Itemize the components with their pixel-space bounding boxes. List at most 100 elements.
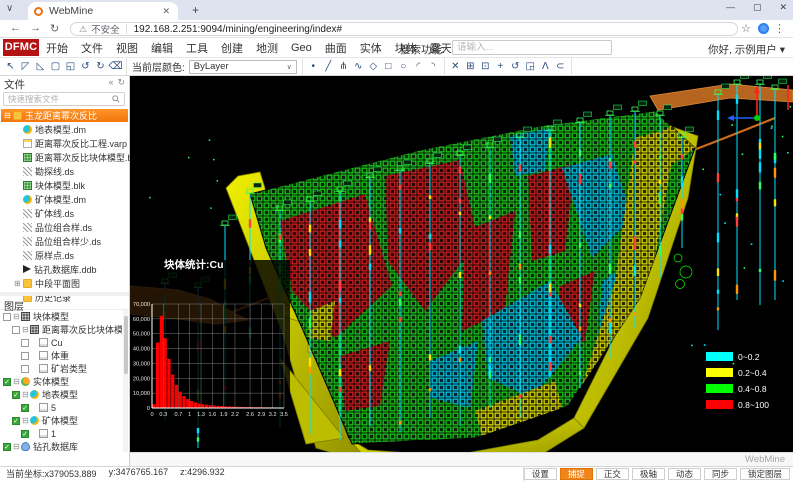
function-search-input[interactable] [452, 40, 612, 55]
status-button-锁定图层[interactable]: 锁定图层 [740, 468, 790, 480]
layer-tree-item[interactable]: 矿岩类型 [0, 362, 122, 375]
erase-icon[interactable]: ✕ [448, 59, 462, 74]
status-button-设置[interactable]: 设置 [524, 468, 557, 480]
window-close-icon[interactable]: ✕ [779, 2, 787, 13]
file-tree-item[interactable]: 品位组合样.ds [0, 220, 129, 234]
layer-checkbox[interactable] [12, 326, 20, 334]
expander-icon[interactable]: ⊟ [22, 416, 30, 425]
draw-arc-icon[interactable]: ◜ [411, 59, 425, 74]
layer-tree-item[interactable]: ✓⊟实体模型 [0, 375, 122, 388]
file-tree-item[interactable]: 矿体模型.dm [0, 192, 129, 206]
layer-tree-item[interactable]: ✓⊟矿体模型 [0, 414, 122, 427]
zoom-extents-icon[interactable]: ◱ [64, 59, 78, 74]
browser-menu-icon[interactable]: ⋮ [774, 22, 785, 35]
select-box-icon[interactable]: ▢ [49, 59, 63, 74]
menu-item-文件[interactable]: 文件 [81, 40, 103, 56]
scrollbar-thumb[interactable] [124, 316, 128, 374]
layer-tree-item[interactable]: ✓⊟地表模型 [0, 388, 122, 401]
draw-polygon-icon[interactable]: ◇ [366, 59, 380, 74]
expander-icon[interactable]: ⊟ [13, 377, 21, 386]
panel-splitter[interactable] [0, 292, 129, 296]
menu-item-地测[interactable]: 地测 [256, 40, 278, 56]
draw-polyline-icon[interactable]: ⋔ [336, 59, 350, 74]
select-icon[interactable]: ↖ [4, 59, 18, 74]
undo-icon[interactable]: ↺ [79, 59, 93, 74]
back-icon[interactable]: ← [10, 22, 21, 34]
file-tree-item[interactable]: 勘探线.ds [0, 164, 129, 178]
layer-tree-item[interactable]: ✓1 [0, 427, 122, 440]
file-tree-item[interactable]: 地表模型.dm [0, 122, 129, 136]
rotate-icon[interactable]: ↺ [508, 59, 522, 74]
expander-icon[interactable]: ⊟ [13, 442, 21, 451]
redo-icon[interactable]: ↻ [94, 59, 108, 74]
layer-tree-item[interactable]: ⊟块体模型 [0, 310, 122, 323]
file-tree-item[interactable]: 钻孔数据库.ddb [0, 262, 129, 276]
status-button-同步[interactable]: 同步 [704, 468, 737, 480]
address-bar[interactable]: ⚠ 不安全 192.168.2.251:9094/mining/engineer… [70, 22, 738, 36]
layer-tree-item[interactable]: 体重 [0, 349, 122, 362]
panel-refresh-icon[interactable]: ↻ [117, 77, 125, 88]
status-button-极轴[interactable]: 极轴 [632, 468, 665, 480]
browser-tab[interactable]: WebMine ✕ [28, 2, 178, 20]
status-button-动态[interactable]: 动态 [668, 468, 701, 480]
layer-checkbox[interactable]: ✓ [21, 404, 29, 412]
move-icon[interactable]: + [493, 59, 507, 74]
select-crossing-icon[interactable]: ◺ [34, 59, 48, 74]
menu-item-工具[interactable]: 工具 [186, 40, 208, 56]
status-button-捕捉[interactable]: 捕捉 [560, 468, 593, 480]
bookmark-star-icon[interactable]: ☆ [741, 22, 751, 35]
status-button-正交[interactable]: 正交 [596, 468, 629, 480]
forward-icon[interactable]: → [30, 22, 41, 34]
menu-item-编辑[interactable]: 编辑 [151, 40, 173, 56]
offset-icon[interactable]: ⊂ [553, 59, 567, 74]
menu-item-视图[interactable]: 视图 [116, 40, 138, 56]
menu-item-Geo[interactable]: Geo [291, 42, 312, 54]
expander-icon[interactable]: ⊟ [22, 390, 30, 399]
menu-item-创建[interactable]: 创建 [221, 40, 243, 56]
copy-icon[interactable]: ⊞ [463, 59, 477, 74]
layer-checkbox[interactable]: ✓ [12, 391, 20, 399]
user-menu[interactable]: 你好, 示例用户 ▾ [708, 42, 785, 57]
layer-checkbox[interactable]: ✓ [3, 378, 11, 386]
layer-color-select[interactable]: ByLayer ∨ [189, 60, 297, 74]
file-tree-item[interactable]: 块体模型.blk [0, 178, 129, 192]
paste-icon[interactable]: ⊡ [478, 59, 492, 74]
layer-checkbox[interactable] [3, 313, 11, 321]
file-tree-item[interactable]: 矿体线.ds [0, 206, 129, 220]
mirror-icon[interactable]: Λ [538, 59, 552, 74]
layer-checkbox[interactable] [21, 339, 29, 347]
file-tree-item[interactable]: 距离幂次反比块体模型.blk [0, 150, 129, 164]
layer-checkbox[interactable]: ✓ [12, 417, 20, 425]
new-tab-button[interactable]: + [192, 3, 199, 17]
reload-icon[interactable]: ↻ [50, 22, 59, 35]
draw-rectangle-icon[interactable]: □ [381, 59, 395, 74]
expander-icon[interactable]: ⊟ [22, 325, 30, 334]
security-chip[interactable]: 不安全 [91, 22, 120, 36]
menu-item-实体[interactable]: 实体 [360, 40, 382, 56]
layer-tree-item[interactable]: ✓5 [0, 401, 122, 414]
expander-icon[interactable]: ⊟ [13, 312, 21, 321]
draw-point-icon[interactable]: • [306, 59, 320, 74]
file-tree-root[interactable]: ⊟玉龙距离幂次反比 [1, 109, 128, 122]
window-minimize-icon[interactable]: — [726, 2, 735, 13]
tab-search-icon[interactable]: ∨ [6, 3, 13, 14]
scale-icon[interactable]: ◲ [523, 59, 537, 74]
draw-arc3-icon[interactable]: ◝ [426, 59, 440, 74]
delete-icon[interactable]: ⌫ [109, 59, 123, 74]
file-tree-item[interactable]: ⊞中段平面图 [0, 276, 129, 290]
profile-icon[interactable] [758, 23, 769, 34]
select-window-icon[interactable]: ◸ [19, 59, 33, 74]
file-tree-item[interactable]: 原样点.ds [0, 248, 129, 262]
menu-item-曲面[interactable]: 曲面 [325, 40, 347, 56]
window-maximize-icon[interactable]: ▢ [753, 2, 762, 13]
layer-tree-item[interactable]: Cu [0, 336, 122, 349]
layer-tree-item[interactable]: ⊟距离幂次反比块体模型 [0, 323, 122, 336]
layer-checkbox[interactable] [21, 365, 29, 373]
draw-line-icon[interactable]: ╱ [321, 59, 335, 74]
expander-icon[interactable]: ⊞ [14, 279, 23, 288]
layer-checkbox[interactable]: ✓ [21, 430, 29, 438]
menu-item-开始[interactable]: 开始 [46, 40, 68, 56]
tab-close-icon[interactable]: ✕ [160, 6, 172, 17]
draw-spline-icon[interactable]: ∿ [351, 59, 365, 74]
file-tree-item[interactable]: 距离幂次反比工程.varp [0, 136, 129, 150]
